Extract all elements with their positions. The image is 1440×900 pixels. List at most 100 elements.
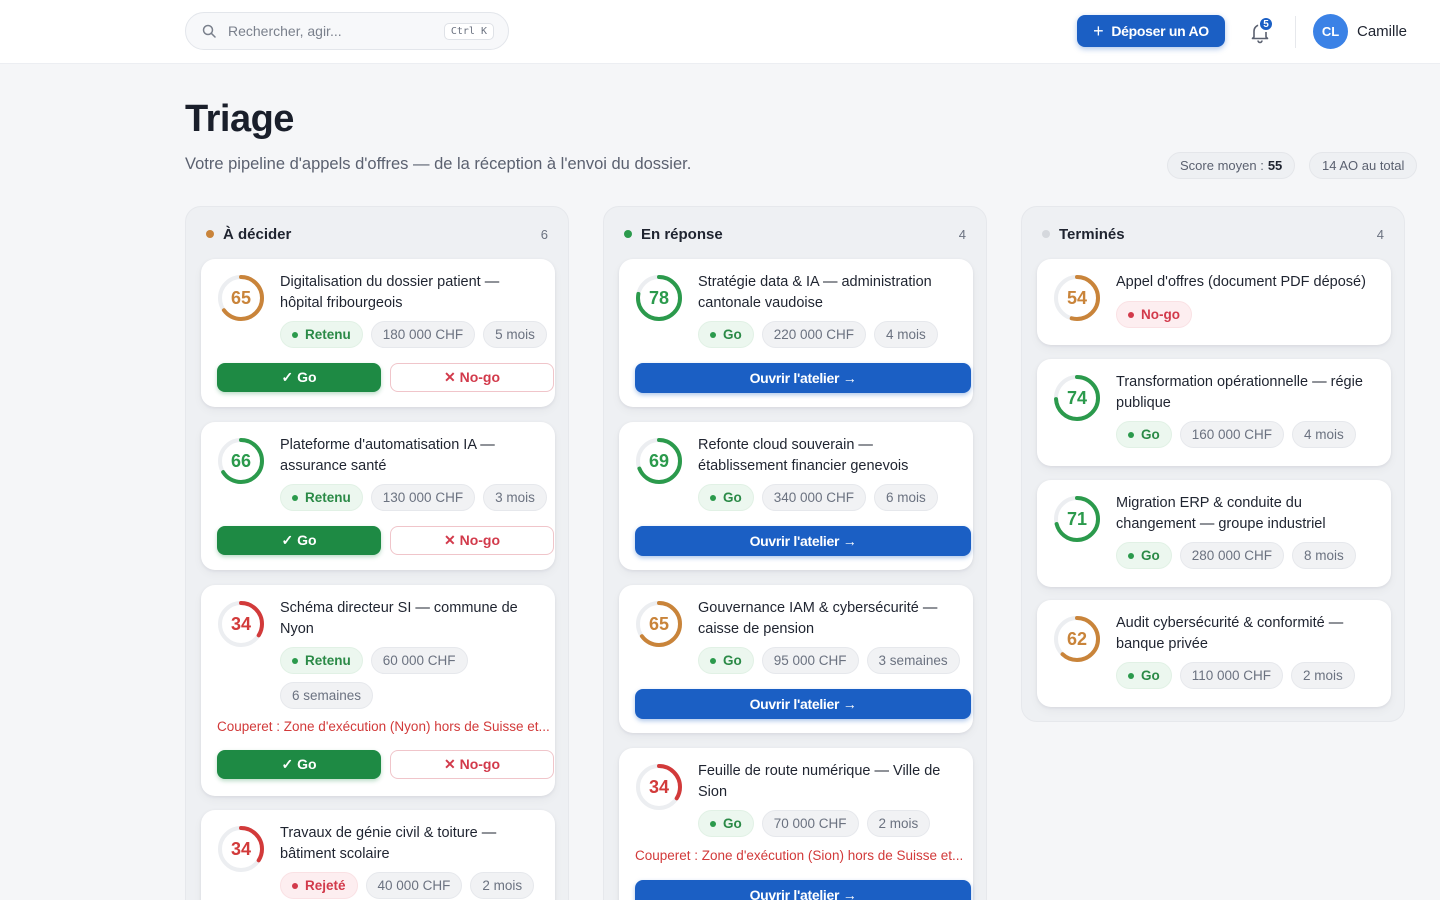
ao-title: Refonte cloud souverain — établissement … bbox=[698, 437, 909, 474]
open-workshop-button[interactable]: Ouvrir l'atelier → bbox=[635, 526, 971, 556]
go-button[interactable]: ✓ Go bbox=[217, 750, 381, 779]
duration-badge: 6 semaines bbox=[280, 682, 374, 709]
score-value: 78 bbox=[648, 287, 670, 308]
score-value: 65 bbox=[648, 613, 670, 634]
score-ring: 66 bbox=[216, 436, 266, 486]
score-ring: 74 bbox=[1052, 373, 1102, 423]
score-ring: 69 bbox=[634, 436, 684, 486]
open-workshop-button[interactable]: Ouvrir l'atelier → bbox=[635, 880, 971, 900]
total-ao-badge: 14 AO au total bbox=[1309, 152, 1418, 179]
avatar[interactable]: CL bbox=[1313, 14, 1348, 49]
go-button[interactable]: ✓ Go bbox=[217, 526, 381, 555]
score-ring: 65 bbox=[634, 599, 684, 649]
duration-badge: 3 mois bbox=[483, 484, 547, 511]
column-count: 4 bbox=[958, 226, 966, 242]
status-badge: Retenu bbox=[280, 484, 363, 511]
ao-card[interactable]: 62 Audit cybersécurité & conformité — ba… bbox=[1037, 600, 1391, 707]
score-ring: 34 bbox=[634, 762, 684, 812]
status-badge: Go bbox=[1116, 542, 1172, 569]
score-ring: 62 bbox=[1052, 614, 1102, 664]
ao-card[interactable]: 69 Refonte cloud souverain — établisseme… bbox=[619, 422, 973, 570]
column-termines: Terminés 4 54 Appel d'offres (document P… bbox=[1021, 206, 1405, 722]
duration-badge: 8 mois bbox=[1292, 542, 1356, 569]
column-status-dot bbox=[1042, 230, 1050, 238]
user-name[interactable]: Camille bbox=[1357, 23, 1407, 40]
amount-badge: 280 000 CHF bbox=[1179, 542, 1285, 569]
score-value: 62 bbox=[1066, 628, 1088, 649]
no-go-button[interactable]: ✕ No-go bbox=[390, 750, 554, 779]
deposit-ao-button[interactable]: + Déposer un AO bbox=[1077, 15, 1225, 47]
column-en-reponse: En réponse 4 78 Stratégie data & IA — ad… bbox=[603, 206, 987, 900]
divider bbox=[1295, 16, 1296, 48]
amount-badge: 95 000 CHF bbox=[761, 647, 859, 674]
column-title: Terminés bbox=[1059, 225, 1125, 243]
ao-title: Gouvernance IAM & cybersécurité — caisse… bbox=[698, 600, 938, 637]
score-value: 34 bbox=[230, 838, 252, 859]
ao-card[interactable]: 34 Feuille de route numérique — Ville de… bbox=[619, 748, 973, 900]
amount-badge: 160 000 CHF bbox=[1179, 421, 1285, 448]
score-value: 54 bbox=[1066, 287, 1088, 308]
amount-badge: 60 000 CHF bbox=[370, 647, 468, 674]
duration-badge: 3 semaines bbox=[866, 647, 960, 674]
ao-title: Plateforme d'automatisation IA — assuran… bbox=[280, 437, 495, 474]
search-shortcut: Ctrl K bbox=[443, 22, 494, 40]
score-value: 65 bbox=[230, 287, 252, 308]
amount-badge: 130 000 CHF bbox=[370, 484, 476, 511]
average-score-value: 55 bbox=[1267, 158, 1283, 173]
duration-badge: 6 mois bbox=[874, 484, 938, 511]
score-value: 34 bbox=[230, 613, 252, 634]
ao-card[interactable]: 78 Stratégie data & IA — administration … bbox=[619, 259, 973, 407]
plus-icon: + bbox=[1093, 21, 1104, 41]
ao-title: Transformation opérationnelle — régie pu… bbox=[1116, 374, 1363, 411]
open-workshop-button[interactable]: Ouvrir l'atelier → bbox=[635, 689, 971, 719]
ao-title: Digitalisation du dossier patient — hôpi… bbox=[280, 274, 500, 311]
score-ring: 71 bbox=[1052, 494, 1102, 544]
score-ring: 34 bbox=[216, 824, 266, 874]
ao-card[interactable]: 65 Gouvernance IAM & cybersécurité — cai… bbox=[619, 585, 973, 733]
duration-badge: 5 mois bbox=[483, 321, 547, 348]
status-badge: Go bbox=[1116, 662, 1172, 689]
ao-card[interactable]: 66 Plateforme d'automatisation IA — assu… bbox=[201, 422, 555, 570]
status-badge: Go bbox=[698, 810, 754, 837]
search-box[interactable]: Ctrl K bbox=[185, 12, 509, 50]
amount-badge: 340 000 CHF bbox=[761, 484, 867, 511]
score-value: 69 bbox=[648, 450, 670, 471]
ao-card[interactable]: 34 Travaux de génie civil & toiture — bâ… bbox=[201, 810, 555, 900]
column-a-decider: À décider 6 65 Digitalisation du dossier… bbox=[185, 206, 569, 900]
status-badge: Rejeté bbox=[280, 872, 358, 899]
page-subtitle: Votre pipeline d'appels d'offres — de la… bbox=[185, 155, 692, 173]
go-button[interactable]: ✓ Go bbox=[217, 363, 381, 392]
ao-card[interactable]: 65 Digitalisation du dossier patient — h… bbox=[201, 259, 555, 407]
score-value: 71 bbox=[1066, 508, 1088, 529]
duration-badge: 4 mois bbox=[874, 321, 938, 348]
no-go-button[interactable]: ✕ No-go bbox=[390, 526, 554, 555]
score-ring: 34 bbox=[216, 599, 266, 649]
duration-badge: 2 mois bbox=[470, 872, 535, 899]
search-icon bbox=[200, 22, 218, 40]
ao-card[interactable]: 74 Transformation opérationnelle — régie… bbox=[1037, 359, 1391, 466]
knockout-warning: Couperet : Zone d'exécution (Sion) hors … bbox=[635, 848, 964, 863]
search-input[interactable] bbox=[228, 23, 444, 39]
ao-title: Travaux de génie civil & toiture — bâtim… bbox=[280, 825, 497, 862]
knockout-warning: Couperet : Zone d'exécution (Nyon) hors … bbox=[217, 719, 550, 734]
open-workshop-button[interactable]: Ouvrir l'atelier → bbox=[635, 363, 971, 393]
score-ring: 65 bbox=[216, 273, 266, 323]
amount-badge: 220 000 CHF bbox=[761, 321, 867, 348]
no-go-button[interactable]: ✕ No-go bbox=[390, 363, 554, 392]
ao-title: Schéma directeur SI — commune de Nyon bbox=[280, 600, 518, 637]
status-badge: No-go bbox=[1116, 301, 1192, 328]
score-value: 34 bbox=[648, 776, 670, 797]
page-title: Triage bbox=[185, 98, 294, 140]
ao-card[interactable]: 54 Appel d'offres (document PDF déposé) … bbox=[1037, 259, 1391, 345]
ao-card[interactable]: 34 Schéma directeur SI — commune de Nyon… bbox=[201, 585, 555, 796]
ao-card[interactable]: 71 Migration ERP & conduite du changemen… bbox=[1037, 480, 1391, 587]
score-value: 74 bbox=[1066, 387, 1088, 408]
amount-badge: 40 000 CHF bbox=[365, 872, 463, 899]
column-count: 6 bbox=[540, 226, 548, 242]
duration-badge: 4 mois bbox=[1292, 421, 1356, 448]
duration-badge: 2 mois bbox=[1291, 662, 1355, 689]
score-ring: 54 bbox=[1052, 273, 1102, 323]
ao-title: Feuille de route numérique — Ville de Si… bbox=[698, 763, 941, 800]
amount-badge: 70 000 CHF bbox=[761, 810, 859, 837]
total-ao-label: 14 AO au total bbox=[1322, 158, 1405, 173]
